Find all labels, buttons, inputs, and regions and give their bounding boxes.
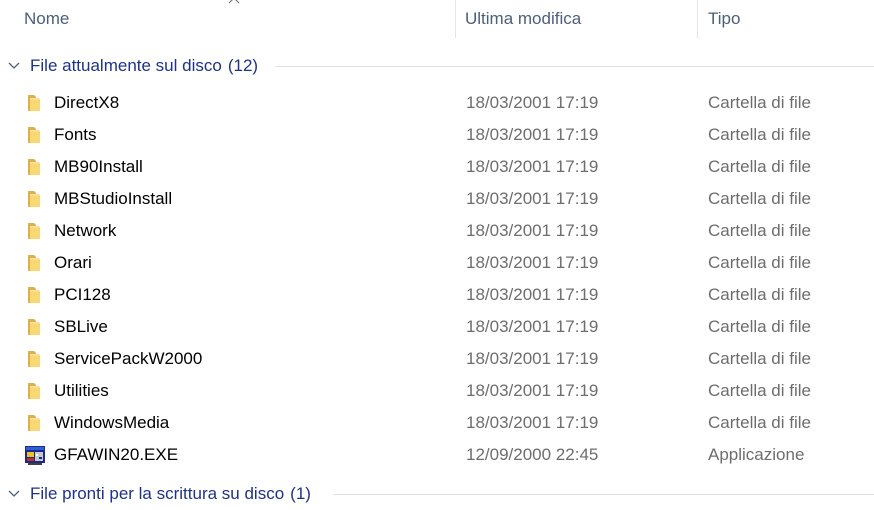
file-name: WindowsMedia (54, 413, 170, 432)
column-header-modified[interactable]: Ultima modifica (465, 0, 695, 38)
group-header-on-disk[interactable]: File attualmente sul disco (12) (0, 51, 874, 81)
application-icon (25, 446, 45, 465)
file-type: Cartella di file (708, 253, 811, 272)
file-name: GFAWIN20.EXE (54, 445, 179, 464)
file-modified: 12/09/2000 22:45 (466, 445, 599, 464)
folder-icon (28, 383, 40, 399)
group-label: File attualmente sul disco (30, 56, 222, 75)
file-modified: 18/03/2001 17:19 (466, 221, 599, 240)
file-type: Cartella di file (708, 285, 811, 304)
column-separator[interactable] (697, 0, 698, 38)
file-row[interactable]: SBLive 18/03/2001 17:19 Cartella di file (0, 311, 874, 343)
file-modified: 18/03/2001 17:19 (466, 413, 599, 432)
group-count: (1) (290, 484, 311, 503)
file-modified: 18/03/2001 17:19 (466, 125, 599, 144)
column-separator[interactable] (455, 0, 456, 38)
file-row[interactable]: WindowsMedia 18/03/2001 17:19 Cartella d… (0, 407, 874, 439)
file-type: Cartella di file (708, 93, 811, 112)
file-type: Cartella di file (708, 125, 811, 144)
folder-icon (28, 223, 40, 239)
file-name: MB90Install (54, 157, 143, 176)
group-count: (12) (227, 56, 259, 75)
file-row[interactable]: ServicePackW2000 18/03/2001 17:19 Cartel… (0, 343, 874, 375)
file-modified: 18/03/2001 17:19 (466, 253, 599, 272)
file-row[interactable]: Network 18/03/2001 17:19 Cartella di fil… (0, 215, 874, 247)
folder-icon (28, 351, 40, 367)
group-title: File pronti per la scrittura su disco (1) (30, 479, 311, 509)
group-divider (333, 494, 874, 495)
file-row[interactable]: GFAWIN20.EXE 12/09/2000 22:45 Applicazio… (0, 439, 874, 471)
file-type: Applicazione (708, 445, 805, 464)
file-modified: 18/03/2001 17:19 (466, 93, 599, 112)
column-header-bar: Nome Ultima modifica Tipo (0, 0, 874, 38)
file-row[interactable]: Fonts 18/03/2001 17:19 Cartella di file (0, 119, 874, 151)
group-divider (275, 66, 874, 67)
file-explorer-details-view: Nome Ultima modifica Tipo File attualmen… (0, 0, 874, 510)
file-type: Cartella di file (708, 413, 811, 432)
file-name: DirectX8 (54, 93, 120, 112)
folder-icon (28, 127, 40, 143)
chevron-down-icon[interactable] (6, 59, 22, 73)
folder-icon (28, 191, 40, 207)
file-name: MBStudioInstall (54, 189, 173, 208)
file-modified: 18/03/2001 17:19 (466, 317, 599, 336)
file-name: Utilities (54, 381, 109, 400)
file-name: Network (54, 221, 117, 240)
folder-icon (28, 255, 40, 271)
file-name: ServicePackW2000 (54, 349, 203, 368)
file-type: Cartella di file (708, 189, 811, 208)
folder-icon (28, 319, 40, 335)
file-row[interactable]: Utilities 18/03/2001 17:19 Cartella di f… (0, 375, 874, 407)
file-modified: 18/03/2001 17:19 (466, 285, 599, 304)
file-row[interactable]: MBStudioInstall 18/03/2001 17:19 Cartell… (0, 183, 874, 215)
file-row[interactable]: PCI128 18/03/2001 17:19 Cartella di file (0, 279, 874, 311)
file-modified: 18/03/2001 17:19 (466, 381, 599, 400)
file-modified: 18/03/2001 17:19 (466, 157, 599, 176)
file-type: Cartella di file (708, 349, 811, 368)
file-type: Cartella di file (708, 381, 811, 400)
file-type: Cartella di file (708, 157, 811, 176)
file-type: Cartella di file (708, 317, 811, 336)
file-name: PCI128 (54, 285, 111, 304)
folder-icon (28, 159, 40, 175)
group-header-ready-to-write[interactable]: File pronti per la scrittura su disco (1) (0, 479, 874, 509)
folder-icon (28, 95, 40, 111)
column-header-name[interactable]: Nome (24, 0, 454, 38)
column-header-name-label: Nome (24, 9, 70, 28)
group-label: File pronti per la scrittura su disco (30, 484, 285, 503)
folder-icon (28, 287, 40, 303)
file-row[interactable]: Orari 18/03/2001 17:19 Cartella di file (0, 247, 874, 279)
file-name: Fonts (54, 125, 97, 144)
column-header-type[interactable]: Tipo (708, 0, 868, 38)
file-row[interactable]: MB90Install 18/03/2001 17:19 Cartella di… (0, 151, 874, 183)
chevron-down-icon[interactable] (6, 487, 22, 501)
column-header-type-label: Tipo (708, 9, 741, 28)
sort-ascending-icon (228, 0, 240, 4)
file-type: Cartella di file (708, 221, 811, 240)
file-name: SBLive (54, 317, 108, 336)
file-modified: 18/03/2001 17:19 (466, 349, 599, 368)
folder-icon (28, 415, 40, 431)
file-name: Orari (54, 253, 92, 272)
file-modified: 18/03/2001 17:19 (466, 189, 599, 208)
column-header-modified-label: Ultima modifica (465, 9, 582, 28)
group-title: File attualmente sul disco (12) (30, 51, 258, 81)
file-row[interactable]: DirectX8 18/03/2001 17:19 Cartella di fi… (0, 87, 874, 119)
